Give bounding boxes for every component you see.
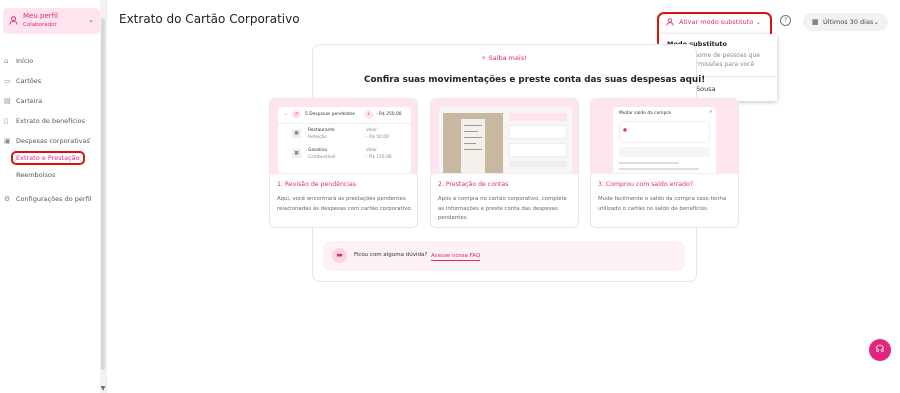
step-description: Após a compra no cartão corporativo, com… [438,196,567,221]
saiba-mais-label: Saiba mais! [488,54,527,62]
wallet-icon: ▤ [4,97,11,105]
support-chat-button[interactable]: ☊ [869,339,891,361]
mock-pending-total: - R$ 250,00 [376,112,402,117]
intro-heading: Confira suas movimentações e preste cont… [364,75,706,85]
sparkle-icon: ✧ [481,54,487,62]
scrollbar-thumb[interactable] [101,18,105,370]
scroll-down-icon[interactable]: ▼ [100,385,106,393]
divider [278,123,411,124]
highlight-box [11,151,85,165]
food-icon: ▦ [292,129,301,138]
step-illustration: Mudar saldo da compra ✕ ● [591,99,738,173]
receipt-photo [443,113,503,173]
mock-row-name: Restaurante [308,128,335,133]
pending-expenses-mockup: ⌄ ◷ 5 Despesas pendentes ↓ - R$ 250,00 ▦… [278,107,411,173]
mock-modal-title: Mudar saldo da compra [619,111,671,116]
mock-field: ● [619,121,710,143]
mock-row-value: - R$ 50,00 [366,135,389,140]
sidebar-item-cartoes[interactable]: ▭ Cartões [0,74,100,88]
sidebar-item-configuracoes[interactable]: ⚙ Configurações do perfil [0,192,100,206]
period-selector[interactable]: ▦ Últimos 30 dias ⌄ [803,13,888,31]
mock-text-line [619,168,699,170]
mock-field [509,125,567,139]
chat-bubble-icon: ▬ [332,248,347,263]
chevron-up-icon: ⌃ [87,137,93,144]
profile-role: Colaborador [23,22,57,28]
close-icon: ✕ [709,110,713,115]
sidebar-scrollbar[interactable]: ▲ ▼ [100,0,106,393]
step-description: Mude facilmente o saldo da compra caso t… [598,196,727,212]
receipt-icon: ▯ [4,117,8,125]
sidebar-item-carteira[interactable]: ▤ Carteira [0,94,100,108]
headset-icon: ☊ [875,344,885,355]
briefcase-icon: ▣ [4,137,11,145]
step-card: ⌄ ◷ 5 Despesas pendentes ↓ - R$ 250,00 ▦… [269,98,418,228]
step-card: 2. Prestação de contas Após a compra no … [430,98,579,228]
sidebar-item-label: Configurações do perfil [16,195,92,203]
receipt-paper [461,119,485,173]
change-balance-mockup: Mudar saldo da compra ✕ ● [613,107,716,173]
mock-field [619,147,710,157]
mock-field [509,161,567,167]
help-icon[interactable]: ? [780,15,791,26]
step-description: Aqui, você encontrará as prestações pend… [277,196,413,212]
profile-menu[interactable]: Meu perfil Colaborador ⌄ [3,8,100,34]
step-title: 2. Prestação de contas [438,181,509,188]
mock-header-bar [509,113,567,121]
clock-icon: ◷ [292,110,301,119]
sidebar-item-reembolsos[interactable]: Reembolsos [0,168,100,182]
period-label: Últimos 30 dias [823,18,874,26]
arrow-down-icon: ↓ [364,110,373,119]
card-icon: ▭ [4,77,11,85]
chevron-down-icon: ⌄ [873,18,879,26]
sidebar-item-label: Reembolsos [16,171,56,179]
mock-row-category: Combustível [308,155,336,160]
step-title: 3. Comprou com saldo errado? [598,181,694,188]
sidebar-item-label: Cartões [16,77,42,85]
mock-row-category: Refeição [308,135,327,140]
faq-banner: ▬ Ficou com alguma dúvida? Acesse nossa … [323,241,685,271]
divider [431,173,578,174]
sidebar-item-label: Despesas corporativas [16,137,90,145]
home-icon: ⌂ [4,57,9,65]
receipt-mockup [439,107,572,173]
sidebar-item-despesas-corporativas[interactable]: ▣ Despesas corporativas ⌃ [0,134,100,148]
mock-pending-header: 5 Despesas pendentes [305,112,355,117]
mock-row-name: Gasolina [308,148,327,153]
sidebar-item-inicio[interactable]: ⌂ Início [0,54,100,68]
card-icon: ● [623,128,627,133]
calendar-icon: ▦ [812,18,819,26]
mock-text-line [619,162,679,164]
mock-field [509,143,567,157]
divider [270,173,417,174]
divider [591,173,738,174]
chevron-down-icon: ⌄ [88,16,94,24]
mock-row-value-label: Valor [366,128,378,133]
fuel-icon: ▦ [292,149,301,158]
step-illustration: ⌄ ◷ 5 Despesas pendentes ↓ - R$ 250,00 ▦… [270,99,417,173]
mock-row-value: - R$ 150,00 [366,155,392,160]
page-title: Extrato do Cartão Corporativo [119,12,300,26]
sidebar-item-label: Início [16,57,34,65]
step-illustration [431,99,578,173]
profile-name: Meu perfil [23,12,58,20]
sidebar-item-extrato-beneficios[interactable]: ▯ Extrato de benefícios [0,114,100,128]
step-card: Mudar saldo da compra ✕ ● 3. Comprou com… [590,98,739,228]
faq-link[interactable]: Acesse nossa FAQ [431,252,481,261]
mock-row-value-label: Valor [366,148,378,153]
gear-icon: ⚙ [4,195,11,203]
sidebar-item-label: Extrato de benefícios [16,117,86,125]
sidebar: Meu perfil Colaborador ⌄ ⌂ Início ▭ Cart… [0,0,107,393]
saiba-mais-link[interactable]: ✧ Saiba mais! [481,54,527,62]
chevron-down-icon: ⌄ [284,112,288,117]
user-icon [9,16,19,26]
sidebar-item-label: Carteira [16,97,43,105]
step-title: 1. Revisão de pendências [277,181,356,188]
faq-question: Ficou com alguma dúvida? [354,252,428,258]
